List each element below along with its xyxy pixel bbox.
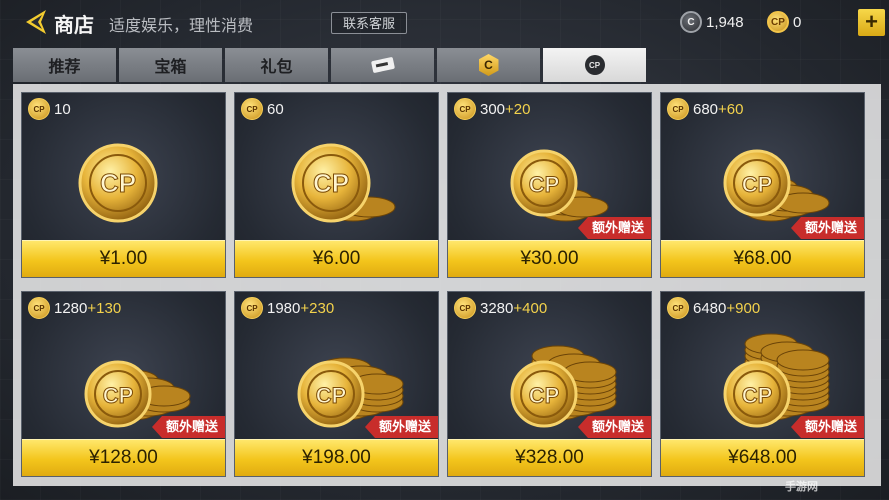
tagline: 适度娱乐，理性消费: [109, 18, 254, 35]
product-amount: 6480: [693, 299, 727, 317]
product-card[interactable]: CP 60 CP ¥6.00: [234, 92, 439, 278]
product-card[interactable]: CP 1280 +130 CP 额外赠送 ¥128.00: [21, 291, 226, 477]
product-card[interactable]: CP 680 +60 CP 额外赠送 ¥68.00: [660, 92, 865, 278]
product-card[interactable]: CP 3280 +400 CP 额外赠送 ¥328.00: [447, 291, 652, 477]
cp-coin-icon: CP: [28, 297, 50, 319]
c-coin-icon: C: [680, 11, 702, 33]
product-bonus: +60: [718, 100, 744, 118]
product-amount: 300: [480, 100, 506, 118]
svg-text:CP: CP: [100, 168, 136, 198]
price-button[interactable]: ¥648.00: [661, 439, 864, 476]
product-card[interactable]: CP 300 +20 CP 额外赠送 ¥30.00: [447, 92, 652, 278]
product-amount-row: CP 1980 +230: [241, 297, 334, 319]
tab-cp-currency[interactable]: CP: [543, 48, 646, 82]
cp-coin-icon: CP: [28, 98, 50, 120]
price-button[interactable]: ¥6.00: [235, 240, 438, 277]
top-bar: 商店 适度娱乐，理性消费 联系客服 C 1,948 CP 0 +: [0, 0, 889, 44]
product-amount: 3280: [480, 299, 514, 317]
svg-text:CP: CP: [742, 172, 773, 197]
product-amount-row: CP 680 +60: [667, 98, 743, 120]
bonus-badge: 额外赠送: [790, 416, 864, 438]
back-arrow-icon: [26, 10, 46, 34]
tab-c-currency[interactable]: C: [437, 48, 540, 82]
product-card[interactable]: CP 6480 +900 CP 额外赠送 ¥648.00: [660, 291, 865, 477]
svg-text:CP: CP: [313, 168, 349, 198]
c-currency: C 1,948: [680, 10, 744, 34]
cp-coin-icon: CP: [667, 98, 689, 120]
product-card[interactable]: CP 10 CP ¥1.00: [21, 92, 226, 278]
product-bonus: +230: [300, 299, 335, 317]
product-amount-row: CP 10: [28, 98, 71, 120]
svg-text:CP: CP: [316, 383, 347, 408]
product-bonus: +400: [513, 299, 548, 317]
product-bonus: +20: [505, 100, 531, 118]
cp-coin-icon: CP: [454, 98, 476, 120]
price-button[interactable]: ¥198.00: [235, 439, 438, 476]
product-amount-row: CP 60: [241, 98, 284, 120]
svg-text:CP: CP: [529, 172, 560, 197]
cp-coin-icon: CP: [454, 297, 476, 319]
watermark: 手游网: [785, 481, 818, 493]
cp-coin-stack-icon: CP: [291, 143, 396, 223]
product-bonus: +130: [87, 299, 122, 317]
price-button[interactable]: ¥1.00: [22, 240, 225, 277]
tab-recommended[interactable]: 推荐: [13, 48, 116, 82]
bonus-badge: 额外赠送: [790, 217, 864, 239]
product-amount-row: CP 300 +20: [454, 98, 530, 120]
product-amount: 680: [693, 100, 719, 118]
product-amount: 1980: [267, 299, 301, 317]
product-amount: 10: [54, 100, 71, 118]
cp-coin-icon: CP: [241, 297, 263, 319]
bonus-badge: 额外赠送: [364, 416, 438, 438]
cp-icon: CP: [584, 55, 605, 75]
bonus-badge: 额外赠送: [151, 416, 225, 438]
shop-tabs: 推荐 宝箱 礼包 C CP: [13, 48, 646, 82]
bonus-badge: 额外赠送: [577, 217, 651, 239]
product-grid: CP 10 CP ¥1.00 CP 60 CP ¥6.00 CP 300 +20 CP 额外赠送 ¥30.…: [13, 84, 881, 486]
ticket-icon: [370, 56, 395, 74]
price-button[interactable]: ¥328.00: [448, 439, 651, 476]
product-card[interactable]: CP 1980 +230 CP 额外赠送 ¥198.00: [234, 291, 439, 477]
cp-currency: CP 0: [767, 10, 801, 34]
svg-text:CP: CP: [529, 383, 560, 408]
product-amount: 1280: [54, 299, 88, 317]
c-currency-value: 1,948: [706, 13, 744, 31]
tab-tickets[interactable]: [331, 48, 434, 82]
product-bonus: +900: [726, 299, 761, 317]
svg-text:CP: CP: [103, 383, 134, 408]
price-button[interactable]: ¥128.00: [22, 439, 225, 476]
cp-coin-stack-icon: CP: [78, 143, 158, 223]
back-button[interactable]: [24, 9, 48, 35]
add-currency-button[interactable]: +: [858, 9, 885, 36]
cp-coin-icon: CP: [767, 11, 789, 33]
price-button[interactable]: ¥30.00: [448, 240, 651, 277]
product-amount: 60: [267, 100, 284, 118]
tab-chests[interactable]: 宝箱: [119, 48, 222, 82]
product-amount-row: CP 6480 +900: [667, 297, 760, 319]
svg-text:CP: CP: [742, 383, 773, 408]
cp-coin-icon: CP: [241, 98, 263, 120]
tab-bundles[interactable]: 礼包: [225, 48, 328, 82]
customer-service-button[interactable]: 联系客服: [331, 12, 407, 34]
cp-coin-icon: CP: [667, 297, 689, 319]
page-title: 商店: [54, 15, 94, 37]
product-amount-row: CP 1280 +130: [28, 297, 121, 319]
product-amount-row: CP 3280 +400: [454, 297, 547, 319]
cp-currency-value: 0: [793, 13, 802, 31]
price-button[interactable]: ¥68.00: [661, 240, 864, 277]
c-hex-icon: C: [478, 54, 499, 76]
bonus-badge: 额外赠送: [577, 416, 651, 438]
